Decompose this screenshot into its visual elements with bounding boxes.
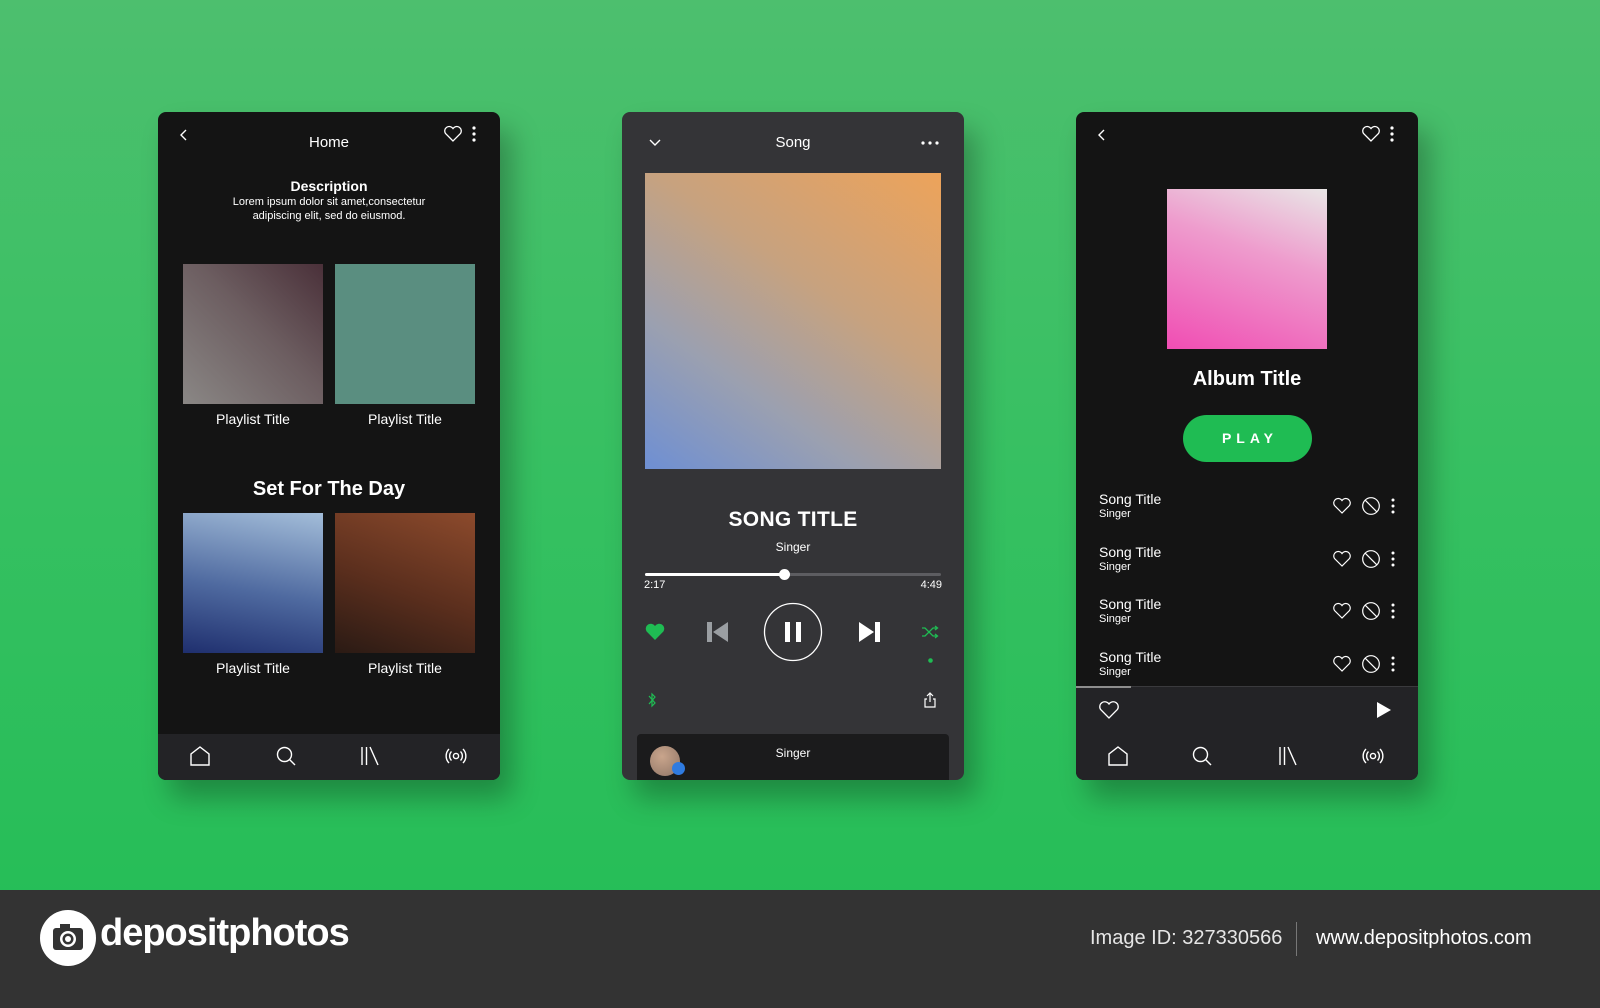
- elapsed-time: 2:17: [644, 579, 666, 591]
- block-icon[interactable]: [1361, 549, 1381, 569]
- song-row[interactable]: Song Title Singer: [1076, 544, 1418, 592]
- shuffle-icon[interactable]: [921, 625, 939, 639]
- song-singer[interactable]: Singer: [622, 540, 964, 554]
- page-title: Song: [775, 134, 811, 151]
- now-playing-bar[interactable]: [1076, 686, 1418, 734]
- more-horizontal-icon[interactable]: [920, 140, 940, 146]
- verified-badge-icon: [672, 762, 685, 775]
- song-title: Song Title: [1099, 648, 1162, 665]
- camera-logo-icon: [40, 910, 96, 966]
- home-screen: Home Description Lorem ipsum dolor sit a…: [158, 112, 500, 780]
- more-vertical-icon[interactable]: [1389, 125, 1395, 143]
- song-singer: Singer: [1099, 613, 1131, 625]
- mini-player[interactable]: Singer: [637, 734, 949, 780]
- bluetooth-icon[interactable]: [647, 692, 657, 708]
- heart-icon[interactable]: [1098, 700, 1120, 720]
- song-singer: Singer: [1099, 665, 1131, 678]
- heart-icon[interactable]: [1332, 550, 1352, 568]
- home-topbar: Home: [158, 112, 500, 172]
- footer-divider: [1296, 922, 1297, 956]
- block-icon[interactable]: [1361, 496, 1381, 516]
- song-title: Song Title: [1099, 543, 1162, 560]
- skip-previous-icon[interactable]: [706, 621, 730, 643]
- progress-slider[interactable]: [645, 569, 941, 580]
- more-vertical-icon[interactable]: [1390, 550, 1396, 568]
- site-url[interactable]: www.depositphotos.com: [1316, 927, 1532, 950]
- bottom-nav: [158, 734, 500, 780]
- home-icon[interactable]: [1106, 744, 1132, 770]
- library-icon[interactable]: [358, 744, 384, 770]
- bottom-nav: [1076, 734, 1418, 780]
- description-text: Lorem ipsum dolor sit amet,consectetur a…: [232, 196, 426, 222]
- now-playing-progress: [1076, 686, 1131, 688]
- home-icon[interactable]: [188, 744, 214, 770]
- progress-fill: [645, 573, 785, 576]
- progress-handle[interactable]: [779, 569, 791, 580]
- share-icon[interactable]: [923, 692, 937, 708]
- section-title: Set For The Day: [252, 478, 406, 500]
- album-cover: [1167, 189, 1327, 349]
- more-vertical-icon[interactable]: [1390, 602, 1396, 620]
- song-title: Song Title: [1099, 491, 1162, 507]
- description-block: Description Lorem ipsum dolor sit amet,c…: [158, 178, 500, 223]
- playlist-title[interactable]: Playlist Title: [335, 411, 475, 427]
- more-vertical-icon[interactable]: [1390, 497, 1396, 515]
- album-artwork: [645, 173, 941, 469]
- song-title: SONG TITLE: [728, 508, 858, 531]
- image-id: Image ID: 327330566: [1090, 927, 1283, 949]
- pause-button[interactable]: [763, 602, 823, 662]
- song-singer: Singer: [1099, 508, 1131, 520]
- watermark-footer: depositphotos Image ID: 327330566 www.de…: [0, 890, 1600, 1008]
- heart-icon[interactable]: [443, 125, 463, 143]
- song-topbar: Song: [622, 112, 964, 172]
- more-vertical-icon[interactable]: [1390, 655, 1396, 673]
- skip-next-icon[interactable]: [857, 621, 881, 643]
- play-icon[interactable]: [1376, 701, 1392, 719]
- mini-player-name: Singer: [775, 746, 811, 760]
- brand-name: depositphotos: [100, 912, 350, 954]
- library-icon[interactable]: [1276, 744, 1302, 770]
- album-topbar: [1076, 112, 1418, 172]
- total-duration: 4:49: [920, 579, 942, 591]
- block-icon[interactable]: [1361, 654, 1381, 674]
- song-title: Song Title: [1099, 596, 1162, 612]
- song-row[interactable]: Song Title Singer: [1076, 491, 1418, 539]
- playlist-title[interactable]: Playlist Title: [335, 660, 475, 676]
- radio-icon[interactable]: [444, 744, 470, 770]
- playlist-cover[interactable]: [183, 264, 323, 404]
- play-button[interactable]: PLAY: [1183, 415, 1312, 462]
- playlist-cover[interactable]: [183, 513, 323, 653]
- heart-icon[interactable]: [1332, 602, 1352, 620]
- song-screen: Song SONG TITLE Singer 2:17 4:49 Singer: [622, 112, 964, 780]
- heart-filled-icon[interactable]: [644, 622, 666, 642]
- block-icon[interactable]: [1361, 601, 1381, 621]
- playlist-title[interactable]: Playlist Title: [183, 660, 323, 676]
- playlist-cover[interactable]: [335, 513, 475, 653]
- song-singer: Singer: [1099, 560, 1131, 573]
- heart-icon[interactable]: [1332, 655, 1352, 673]
- description-title: Description: [290, 178, 368, 194]
- playlist-cover[interactable]: [335, 264, 475, 404]
- search-icon[interactable]: [274, 744, 300, 770]
- heart-icon[interactable]: [1361, 125, 1381, 143]
- search-icon[interactable]: [1190, 744, 1216, 770]
- playlist-title[interactable]: Playlist Title: [183, 411, 323, 427]
- heart-icon[interactable]: [1332, 497, 1352, 515]
- radio-icon[interactable]: [1361, 744, 1387, 770]
- more-vertical-icon[interactable]: [471, 125, 477, 143]
- song-row[interactable]: Song Title Singer: [1076, 596, 1418, 644]
- album-screen: Album Title PLAY Song Title Singer Song Ti…: [1076, 112, 1418, 780]
- shuffle-active-dot: [928, 658, 933, 663]
- back-icon[interactable]: [1096, 128, 1108, 142]
- album-title: Album Title: [1192, 368, 1302, 390]
